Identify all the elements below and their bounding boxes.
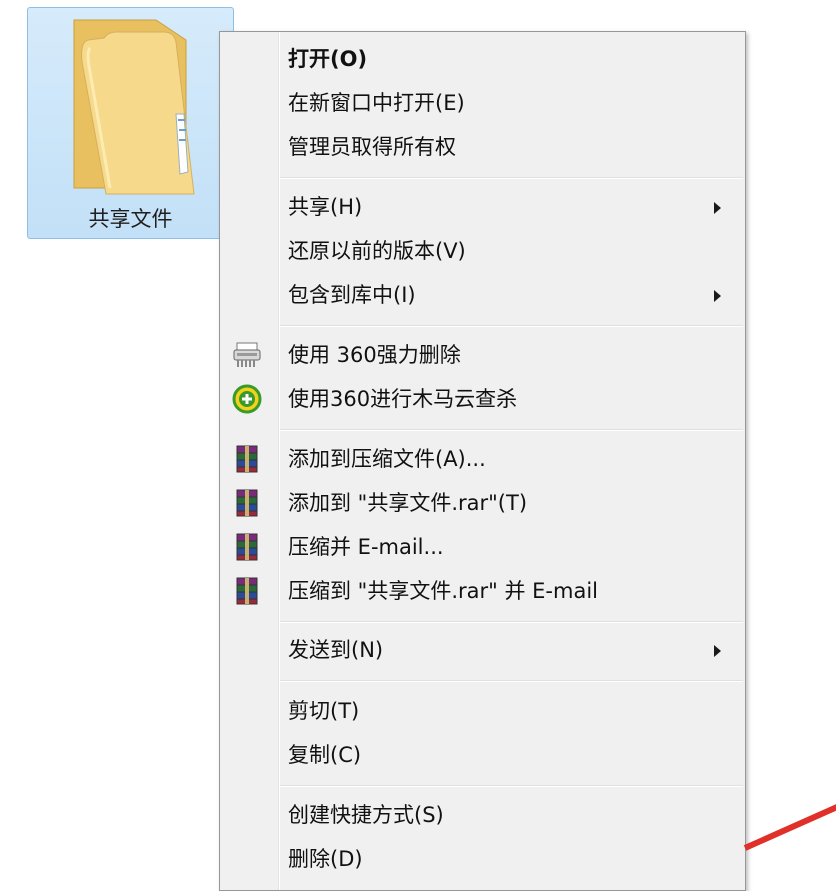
menu-item-label: 使用360进行木马云查杀 — [288, 387, 518, 411]
menu-item-label: 添加到 "共享文件.rar"(T) — [288, 491, 528, 515]
menu-item-label: 压缩并 E-mail... — [288, 535, 444, 559]
winrar-icon — [236, 533, 258, 561]
folder-icon — [73, 19, 195, 195]
menu-item-add-to-rar[interactable]: 添加到 "共享文件.rar"(T) — [222, 483, 743, 523]
menu-separator — [280, 325, 743, 327]
menu-item-label: 在新窗口中打开(E) — [288, 91, 465, 115]
menu-item-label: 包含到库中(I) — [288, 283, 416, 307]
menu-item-open[interactable]: 打开(O) — [222, 39, 743, 79]
menu-item-share[interactable]: 共享(H) — [222, 187, 743, 227]
menu-separator — [280, 621, 743, 623]
menu-item-compress-rar-email[interactable]: 压缩到 "共享文件.rar" 并 E-mail — [222, 571, 743, 611]
submenu-arrow-icon — [714, 202, 721, 214]
menu-item-label: 还原以前的版本(V) — [288, 239, 466, 263]
menu-item-create-shortcut[interactable]: 创建快捷方式(S) — [222, 795, 743, 835]
menu-item-label: 共享(H) — [288, 195, 363, 219]
menu-separator — [280, 680, 743, 682]
menu-item-send-to[interactable]: 发送到(N) — [222, 630, 743, 670]
menu-item-label: 添加到压缩文件(A)... — [288, 447, 486, 471]
menu-item-label: 打开(O) — [288, 47, 368, 71]
context-menu: 打开(O) 在新窗口中打开(E) 管理员取得所有权 共享(H) 还原以前的版本(… — [219, 31, 746, 891]
menu-item-compress-email[interactable]: 压缩并 E-mail... — [222, 527, 743, 567]
menu-item-label: 复制(C) — [288, 743, 362, 767]
menu-separator — [280, 177, 743, 179]
menu-separator — [280, 785, 743, 787]
menu-separator — [280, 429, 743, 431]
shared-folder-tile[interactable]: 共享文件 — [27, 7, 234, 239]
winrar-icon — [236, 445, 258, 473]
menu-item-label: 创建快捷方式(S) — [288, 803, 444, 827]
menu-item-include-in-library[interactable]: 包含到库中(I) — [222, 275, 743, 315]
menu-item-label: 使用 360强力删除 — [288, 343, 461, 367]
menu-item-open-new-window[interactable]: 在新窗口中打开(E) — [222, 83, 743, 123]
360-antivirus-icon — [232, 384, 262, 414]
red-annotation-mark — [743, 800, 836, 851]
menu-item-label: 发送到(N) — [288, 638, 384, 662]
menu-item-take-ownership[interactable]: 管理员取得所有权 — [222, 127, 743, 167]
winrar-icon — [236, 577, 258, 605]
menu-item-label: 删除(D) — [288, 847, 363, 871]
menu-item-delete[interactable]: 删除(D) — [222, 839, 743, 879]
menu-item-label: 管理员取得所有权 — [288, 135, 456, 159]
menu-item-restore-versions[interactable]: 还原以前的版本(V) — [222, 231, 743, 271]
submenu-arrow-icon — [714, 645, 721, 657]
menu-item-label: 压缩到 "共享文件.rar" 并 E-mail — [288, 579, 598, 603]
menu-item-add-to-archive[interactable]: 添加到压缩文件(A)... — [222, 439, 743, 479]
menu-item-360-force-delete[interactable]: 使用 360强力删除 — [222, 335, 743, 375]
winrar-icon — [236, 489, 258, 517]
menu-item-cut[interactable]: 剪切(T) — [222, 691, 743, 731]
submenu-arrow-icon — [714, 290, 721, 302]
shredder-icon — [233, 342, 261, 367]
menu-item-copy[interactable]: 复制(C) — [222, 735, 743, 775]
menu-item-360-scan[interactable]: 使用360进行木马云查杀 — [222, 379, 743, 419]
folder-label: 共享文件 — [88, 207, 173, 231]
menu-item-label: 剪切(T) — [288, 699, 360, 723]
